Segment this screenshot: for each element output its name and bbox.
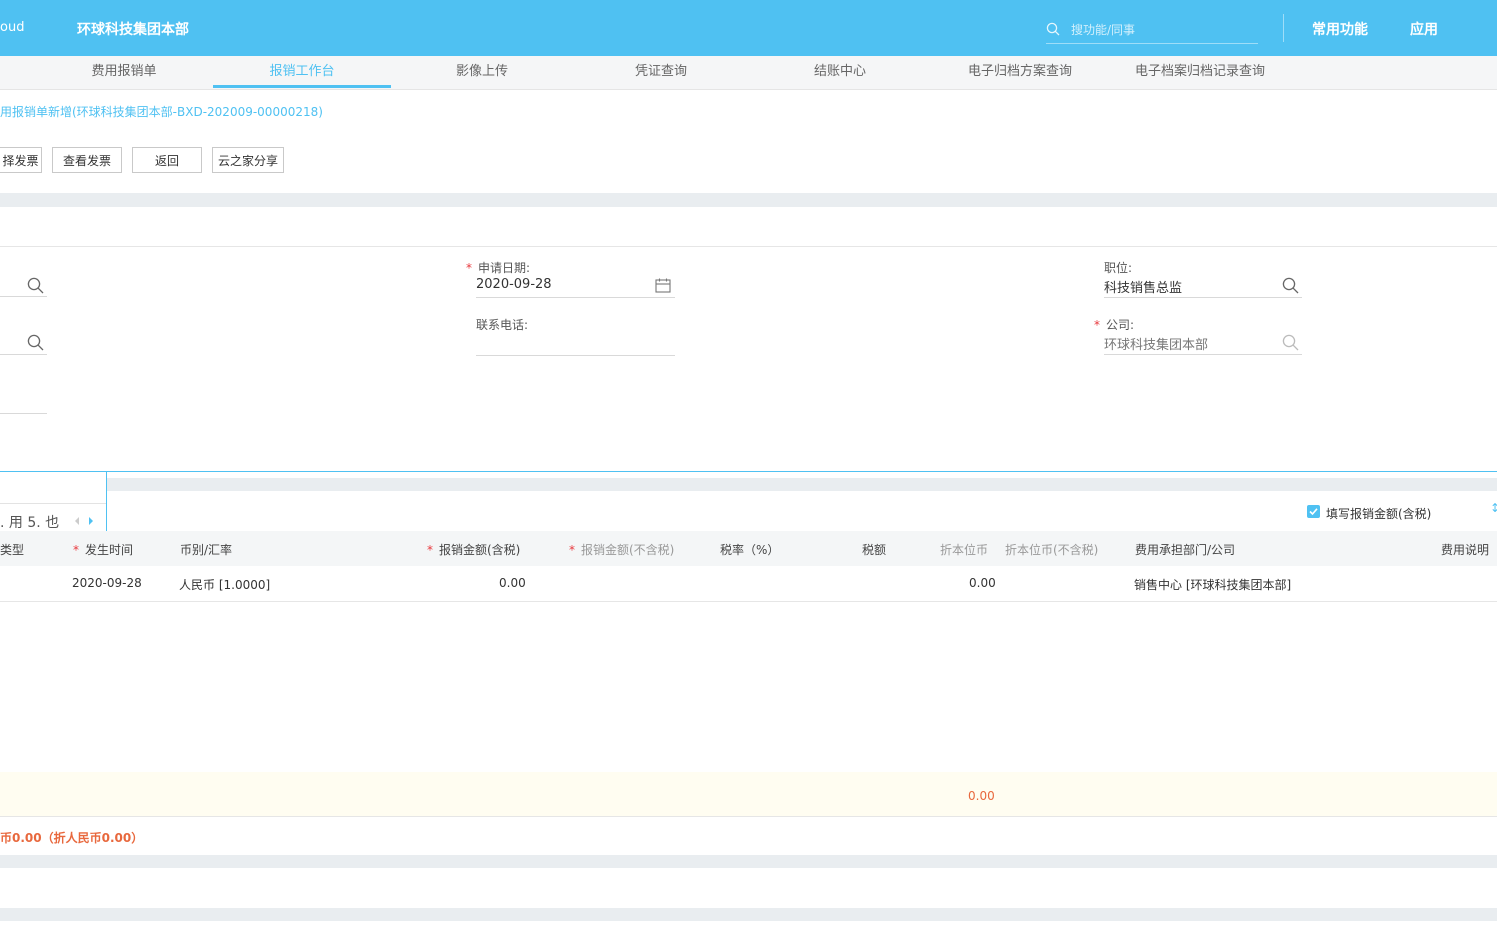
col-amount-tax-text: 报销金额(含税): [439, 543, 521, 557]
tab-bar: 费用报销单 报销工作台 影像上传 凭证查询 结账中心 电子归档方案查询 电子档案…: [0, 56, 1497, 90]
apply-date-label-text: 申请日期:: [478, 261, 531, 275]
top-bar: oud 环球科技集团本部 搜功能/同事 常用功能 应用: [0, 0, 1497, 56]
section-divider: [0, 193, 1497, 207]
select-invoice-button[interactable]: 择发票: [0, 147, 42, 173]
col-currency[interactable]: 币别/汇率: [180, 541, 232, 558]
divider: [1283, 14, 1284, 42]
col-type[interactable]: 类型: [0, 541, 24, 558]
search-icon[interactable]: [1282, 277, 1299, 294]
total-base: 0.00: [968, 789, 995, 803]
grid-total-row: [0, 772, 1497, 816]
tab-expense-report[interactable]: 费用报销单: [35, 56, 213, 87]
view-invoice-button[interactable]: 查看发票: [52, 147, 122, 173]
search-input[interactable]: 搜功能/同事: [1071, 21, 1135, 38]
col-base-notax[interactable]: 折本位币(不含税): [1005, 541, 1098, 558]
global-search[interactable]: 搜功能/同事: [1046, 16, 1258, 44]
col-amount-tax[interactable]: * 报销金额(含税): [427, 541, 520, 558]
search-icon: [1046, 22, 1060, 36]
candidate-text[interactable]: . 用 5. 也: [0, 512, 59, 532]
phone-label: 联系电话:: [476, 318, 529, 332]
field-underline: [1104, 354, 1302, 355]
cell-base[interactable]: 0.00: [969, 576, 996, 590]
field-underline: [476, 355, 675, 356]
col-date[interactable]: * 发生时间: [73, 541, 133, 558]
col-date-text: 发生时间: [85, 543, 134, 557]
brand-text: oud: [0, 20, 25, 35]
field-underline: [476, 297, 675, 298]
field-underline: [0, 413, 47, 414]
input-method-popup[interactable]: . 用 5. 也: [0, 471, 107, 538]
calendar-icon[interactable]: [655, 278, 671, 293]
company-label: * 公司:: [1094, 318, 1135, 332]
more-icon[interactable]: ↕: [1490, 501, 1497, 515]
col-amount-notax-text: 报销金额(不含税): [581, 543, 675, 557]
section-divider: [0, 478, 1497, 491]
cell-amount-tax[interactable]: 0.00: [499, 576, 526, 590]
back-button[interactable]: 返回: [132, 147, 202, 173]
company-field[interactable]: 环球科技集团本部: [1104, 334, 1208, 353]
cell-date[interactable]: 2020-09-28: [72, 576, 142, 590]
fill-amount-label: 填写报销金额(含税): [1326, 507, 1432, 521]
col-dept[interactable]: 费用承担部门/公司: [1135, 541, 1235, 558]
tab-closing-center[interactable]: 结账中心: [751, 56, 929, 87]
section-line: [0, 816, 1497, 817]
phone-field[interactable]: [476, 334, 675, 352]
grid-top-border: [0, 471, 1497, 472]
page-arrows-icon[interactable]: [72, 516, 96, 526]
cell-currency[interactable]: 人民币 [1.0000]: [179, 576, 270, 593]
section-line: [0, 246, 1497, 247]
search-icon[interactable]: [27, 334, 44, 351]
share-button[interactable]: 云之家分享: [212, 147, 284, 173]
search-icon[interactable]: [1282, 334, 1299, 351]
tab-e-archive-record-query[interactable]: 电子档案归档记录查询: [1110, 56, 1290, 87]
position-label: 职位:: [1104, 261, 1133, 275]
tab-image-upload[interactable]: 影像上传: [393, 56, 571, 87]
col-amount-notax[interactable]: * 报销金额(不含税): [569, 541, 674, 558]
field-underline: [0, 354, 47, 355]
cell-dept[interactable]: 销售中心 [环球科技集团本部]: [1134, 576, 1291, 593]
position-field[interactable]: 科技销售总监: [1104, 277, 1182, 296]
check-icon: [1309, 508, 1318, 516]
company-label-text: 公司:: [1106, 318, 1135, 332]
col-tax-rate[interactable]: 税率（%）: [720, 541, 779, 558]
field-underline: [0, 296, 47, 297]
fill-amount-checkbox[interactable]: [1307, 505, 1320, 518]
org-name[interactable]: 环球科技集团本部: [77, 19, 189, 39]
search-icon[interactable]: [27, 277, 44, 294]
section-divider: [0, 855, 1497, 868]
tab-e-archive-plan-query[interactable]: 电子归档方案查询: [930, 56, 1110, 87]
tab-voucher-query[interactable]: 凭证查询: [572, 56, 750, 87]
field-underline: [1104, 297, 1302, 298]
apply-date-field[interactable]: 2020-09-28: [476, 277, 552, 292]
section-divider: [0, 908, 1497, 921]
nav-common-functions[interactable]: 常用功能: [1312, 19, 1368, 39]
nav-apps[interactable]: 应用: [1410, 19, 1438, 39]
divider: [0, 503, 106, 504]
col-tax[interactable]: 税额: [862, 541, 886, 558]
page-title: 用报销单新增(环球科技集团本部-BXD-202009-00000218): [0, 105, 323, 119]
col-desc[interactable]: 费用说明: [1441, 541, 1489, 558]
col-base[interactable]: 折本位币: [940, 541, 988, 558]
apply-date-label: * 申请日期:: [466, 261, 531, 275]
tab-reimbursement-workbench[interactable]: 报销工作台: [213, 56, 391, 88]
summary-total: 币0.00（折人民币0.00）: [0, 831, 144, 845]
